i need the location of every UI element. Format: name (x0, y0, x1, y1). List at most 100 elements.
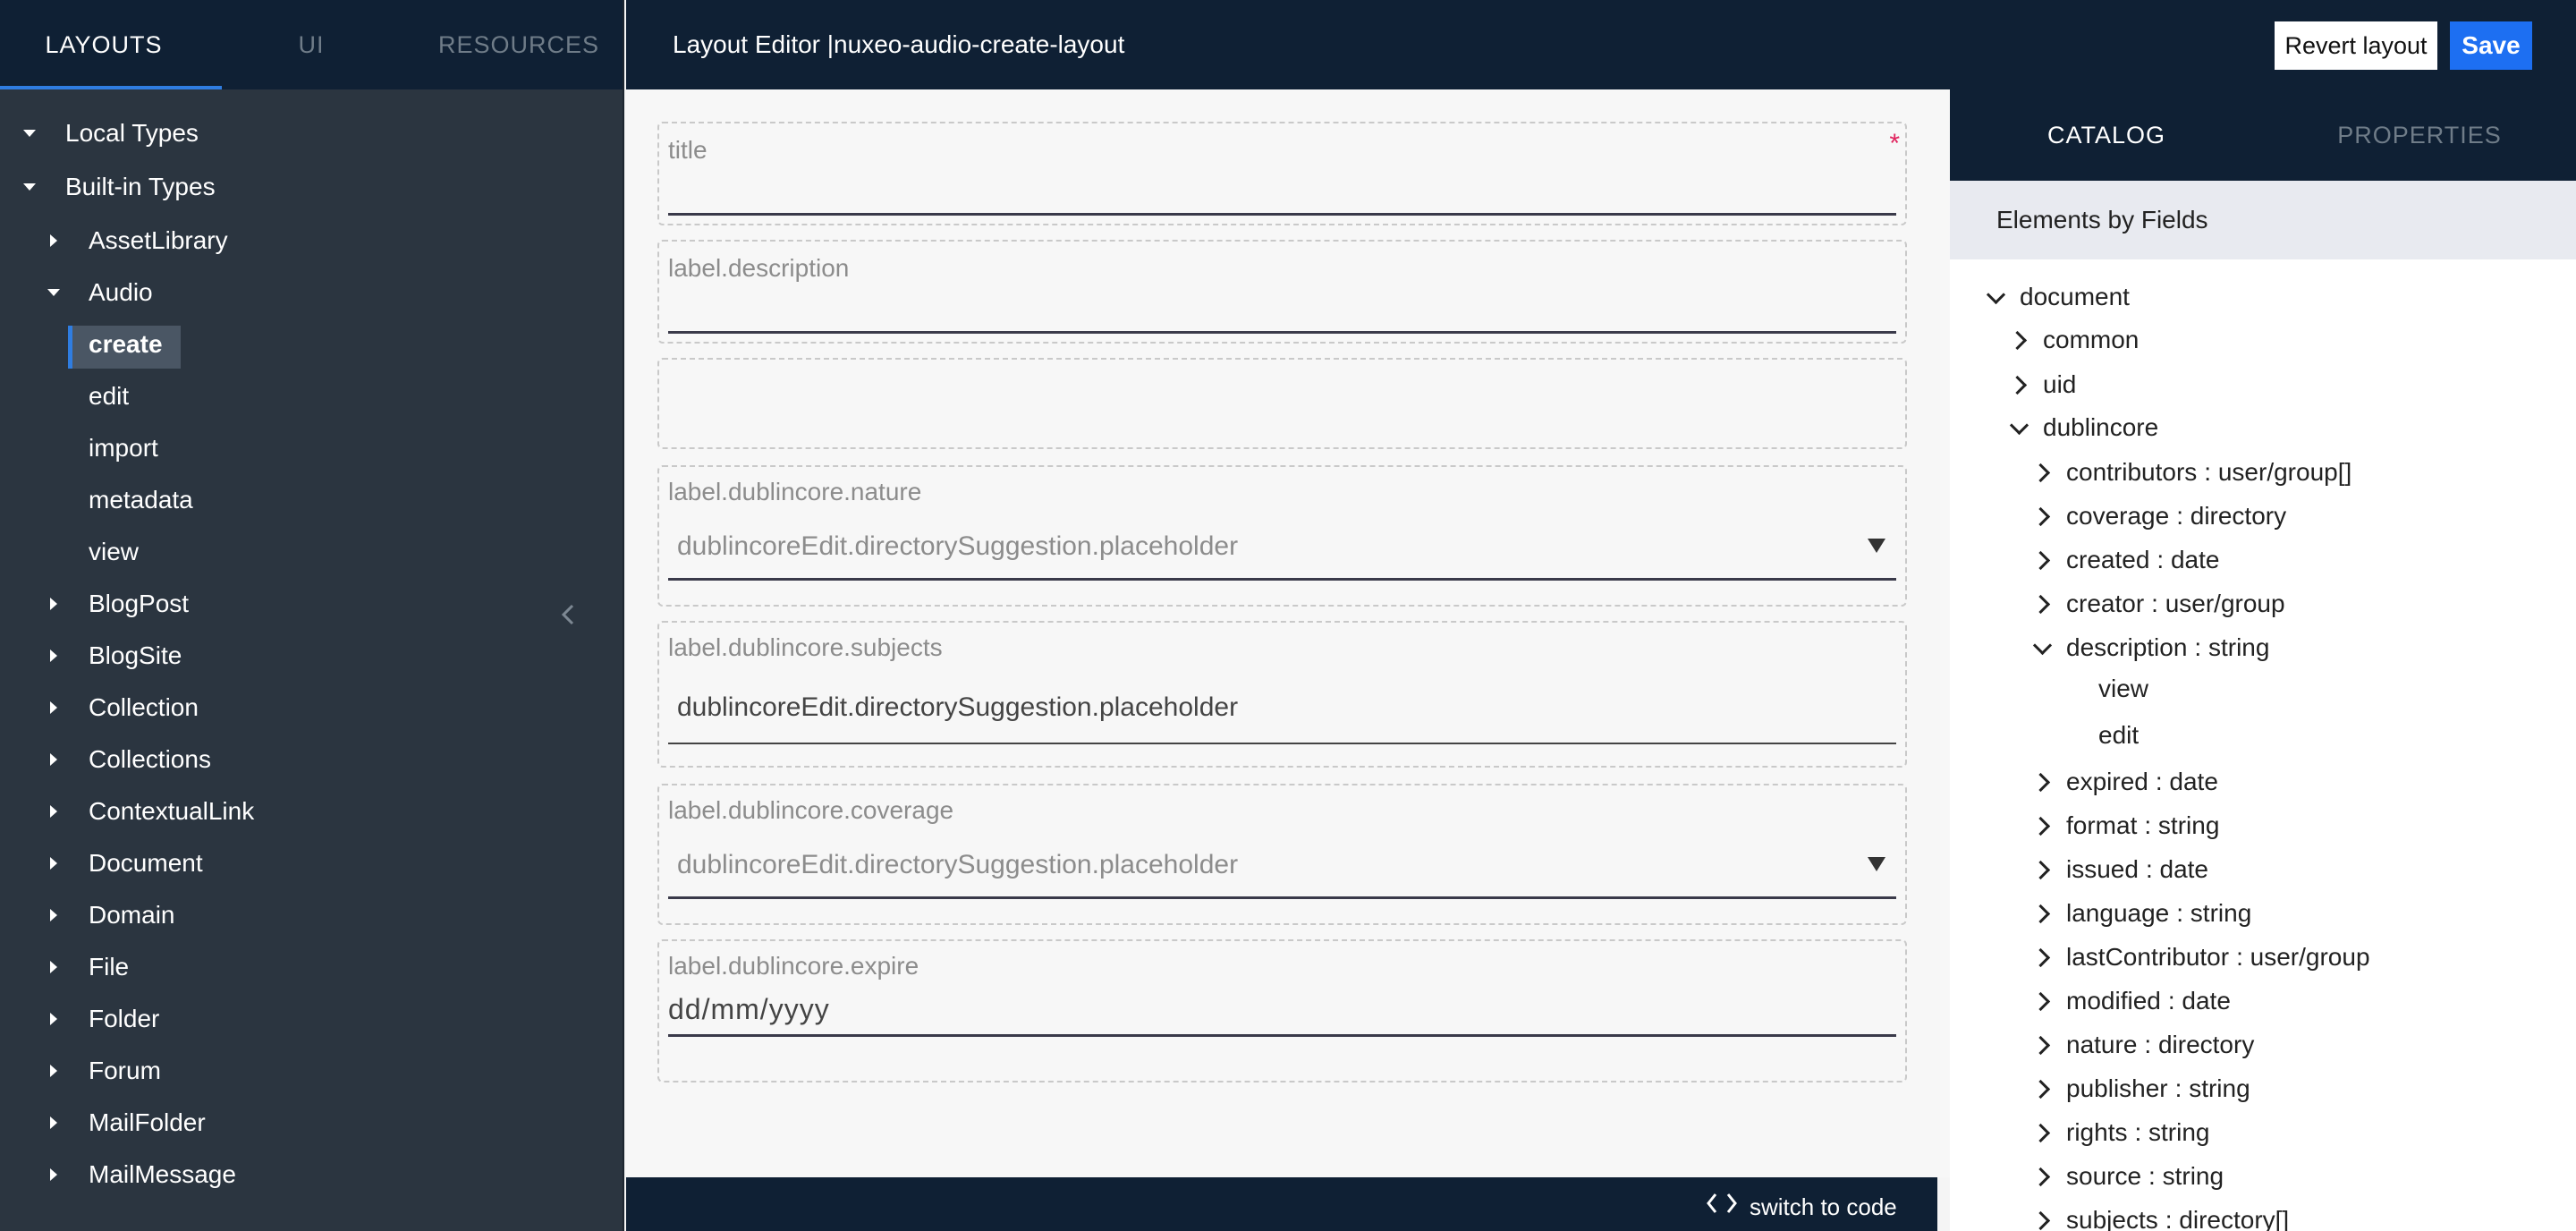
tree-node-field[interactable]: subjects : directory[] (2029, 1202, 2289, 1231)
caret-right-icon[interactable] (40, 798, 67, 825)
caret-down-icon[interactable] (40, 279, 67, 306)
chevron-right-icon[interactable] (2029, 812, 2055, 839)
tab-layouts[interactable]: LAYOUTS (0, 0, 208, 89)
tree-item-collection[interactable]: Collection (0, 682, 623, 734)
caret-down-icon[interactable] (16, 120, 43, 147)
tree-item-file[interactable]: File (0, 941, 623, 993)
tree-item-audio-metadata[interactable]: metadata (0, 474, 623, 526)
caret-right-icon[interactable] (40, 590, 67, 617)
tree-node-field[interactable]: contributors : user/group[] (2029, 454, 2351, 490)
tree-node-field-description[interactable]: description : string (2029, 630, 2269, 666)
field-title[interactable]: title * (657, 122, 1907, 225)
tree-item-audio-edit[interactable]: edit (0, 370, 623, 422)
caret-right-icon[interactable] (40, 1161, 67, 1188)
tree-item-folder[interactable]: Folder (0, 993, 623, 1045)
chevron-right-icon[interactable] (2029, 590, 2055, 617)
tree-node-field[interactable]: format : string (2029, 808, 2219, 844)
caret-right-icon[interactable] (40, 902, 67, 929)
field-description[interactable]: label.description (657, 240, 1907, 344)
coverage-select[interactable]: dublincoreEdit.directorySuggestion.place… (677, 850, 1238, 880)
tree-node-uid[interactable]: uid (2005, 367, 2076, 403)
chevron-down-icon[interactable] (2029, 634, 2055, 661)
chevron-right-icon[interactable] (2029, 503, 2055, 530)
save-button[interactable]: Save (2450, 21, 2532, 70)
tree-node-element-view[interactable]: view (2098, 671, 2148, 707)
field-subjects[interactable]: label.dublincore.subjects dublincoreEdit… (657, 621, 1907, 768)
chevron-right-icon[interactable] (2029, 1207, 2055, 1231)
tree-node-field[interactable]: expired : date (2029, 764, 2218, 800)
tree-node-field[interactable]: language : string (2029, 896, 2251, 931)
tree-node-field[interactable]: issued : date (2029, 852, 2208, 887)
chevron-right-icon[interactable] (2029, 988, 2055, 1015)
chevron-right-icon[interactable] (2005, 371, 2032, 398)
tree-node-element-edit[interactable]: edit (2098, 717, 2139, 753)
tree-item-blogsite[interactable]: BlogSite (0, 630, 623, 682)
caret-right-icon[interactable] (40, 954, 67, 981)
tree-node-document[interactable]: document (1982, 279, 2130, 315)
tree-item-collections[interactable]: Collections (0, 734, 623, 785)
caret-right-icon[interactable] (40, 1109, 67, 1136)
tree-item-forum[interactable]: Forum (0, 1045, 623, 1097)
empty-slot[interactable] (657, 358, 1907, 449)
tree-item-audio[interactable]: Audio (0, 267, 623, 318)
caret-right-icon[interactable] (40, 642, 67, 669)
chevron-right-icon[interactable] (2029, 459, 2055, 486)
caret-right-icon[interactable] (40, 746, 67, 773)
tree-node-field[interactable]: creator : user/group (2029, 586, 2285, 622)
chevron-right-icon[interactable] (2029, 1075, 2055, 1102)
tree-item-contextuallink[interactable]: ContextualLink (0, 785, 623, 837)
tree-item-mailfolder[interactable]: MailFolder (0, 1097, 623, 1149)
caret-down-icon[interactable] (16, 174, 43, 200)
chevron-right-icon[interactable] (2029, 1031, 2055, 1058)
dropdown-arrow-icon[interactable] (1868, 539, 1885, 553)
tree-node-field[interactable]: lastContributor : user/group (2029, 939, 2370, 975)
tree-node-field[interactable]: publisher : string (2029, 1071, 2250, 1107)
tree-item-mailmessage[interactable]: MailMessage (0, 1149, 623, 1201)
switch-to-code-button[interactable]: switch to code (1705, 1192, 1937, 1222)
tree-item-builtin-types[interactable]: Built-in Types (0, 159, 623, 215)
tree-item-document[interactable]: Document (0, 837, 623, 889)
tree-node-field[interactable]: source : string (2029, 1159, 2224, 1194)
chevron-right-icon[interactable] (2029, 547, 2055, 573)
tab-ui[interactable]: UI (208, 0, 415, 89)
caret-right-icon[interactable] (40, 1057, 67, 1084)
field-expire[interactable]: label.dublincore.expire dd/mm/yyyy (657, 939, 1907, 1082)
chevron-right-icon[interactable] (2029, 944, 2055, 971)
caret-right-icon[interactable] (40, 227, 67, 254)
tree-node-field[interactable]: nature : directory (2029, 1027, 2254, 1063)
chevron-right-icon[interactable] (2005, 327, 2032, 353)
tree-node-common[interactable]: common (2005, 322, 2139, 358)
caret-right-icon[interactable] (40, 694, 67, 721)
tree-item-local-types[interactable]: Local Types (0, 107, 623, 159)
chevron-down-icon[interactable] (2005, 414, 2032, 441)
tree-item-blogpost[interactable]: BlogPost (0, 578, 623, 630)
tree-item-assetlibrary[interactable]: AssetLibrary (0, 215, 623, 267)
dropdown-arrow-icon[interactable] (1868, 857, 1885, 871)
tree-node-field[interactable]: coverage : directory (2029, 498, 2286, 534)
tree-item-audio-create[interactable]: create (0, 318, 623, 370)
date-input[interactable]: dd/mm/yyyy (668, 993, 830, 1026)
tree-item-audio-import[interactable]: import (0, 422, 623, 474)
field-coverage[interactable]: label.dublincore.coverage dublincoreEdit… (657, 784, 1907, 925)
chevron-down-icon[interactable] (1982, 284, 2009, 310)
tree-node-dublincore[interactable]: dublincore (2005, 410, 2158, 446)
caret-right-icon[interactable] (40, 1006, 67, 1032)
tree-node-field[interactable]: modified : date (2029, 983, 2231, 1019)
tree-node-field[interactable]: rights : string (2029, 1115, 2210, 1150)
tree-item-audio-view[interactable]: view (0, 526, 623, 578)
revert-layout-button[interactable]: Revert layout (2275, 21, 2437, 70)
tree-item-domain[interactable]: Domain (0, 889, 623, 941)
caret-right-icon[interactable] (40, 850, 67, 877)
nature-select[interactable]: dublincoreEdit.directorySuggestion.place… (677, 531, 1238, 562)
chevron-left-icon[interactable] (555, 601, 581, 628)
subjects-input[interactable]: dublincoreEdit.directorySuggestion.place… (677, 692, 1238, 723)
tab-catalog[interactable]: CATALOG (1950, 89, 2263, 181)
tab-resources[interactable]: RESOURCES (415, 0, 623, 89)
chevron-right-icon[interactable] (2029, 1163, 2055, 1190)
field-nature[interactable]: label.dublincore.nature dublincoreEdit.d… (657, 465, 1907, 607)
tab-properties[interactable]: PROPERTIES (2263, 89, 2576, 181)
chevron-right-icon[interactable] (2029, 856, 2055, 883)
chevron-right-icon[interactable] (2029, 1119, 2055, 1146)
chevron-right-icon[interactable] (2029, 900, 2055, 927)
chevron-right-icon[interactable] (2029, 768, 2055, 795)
